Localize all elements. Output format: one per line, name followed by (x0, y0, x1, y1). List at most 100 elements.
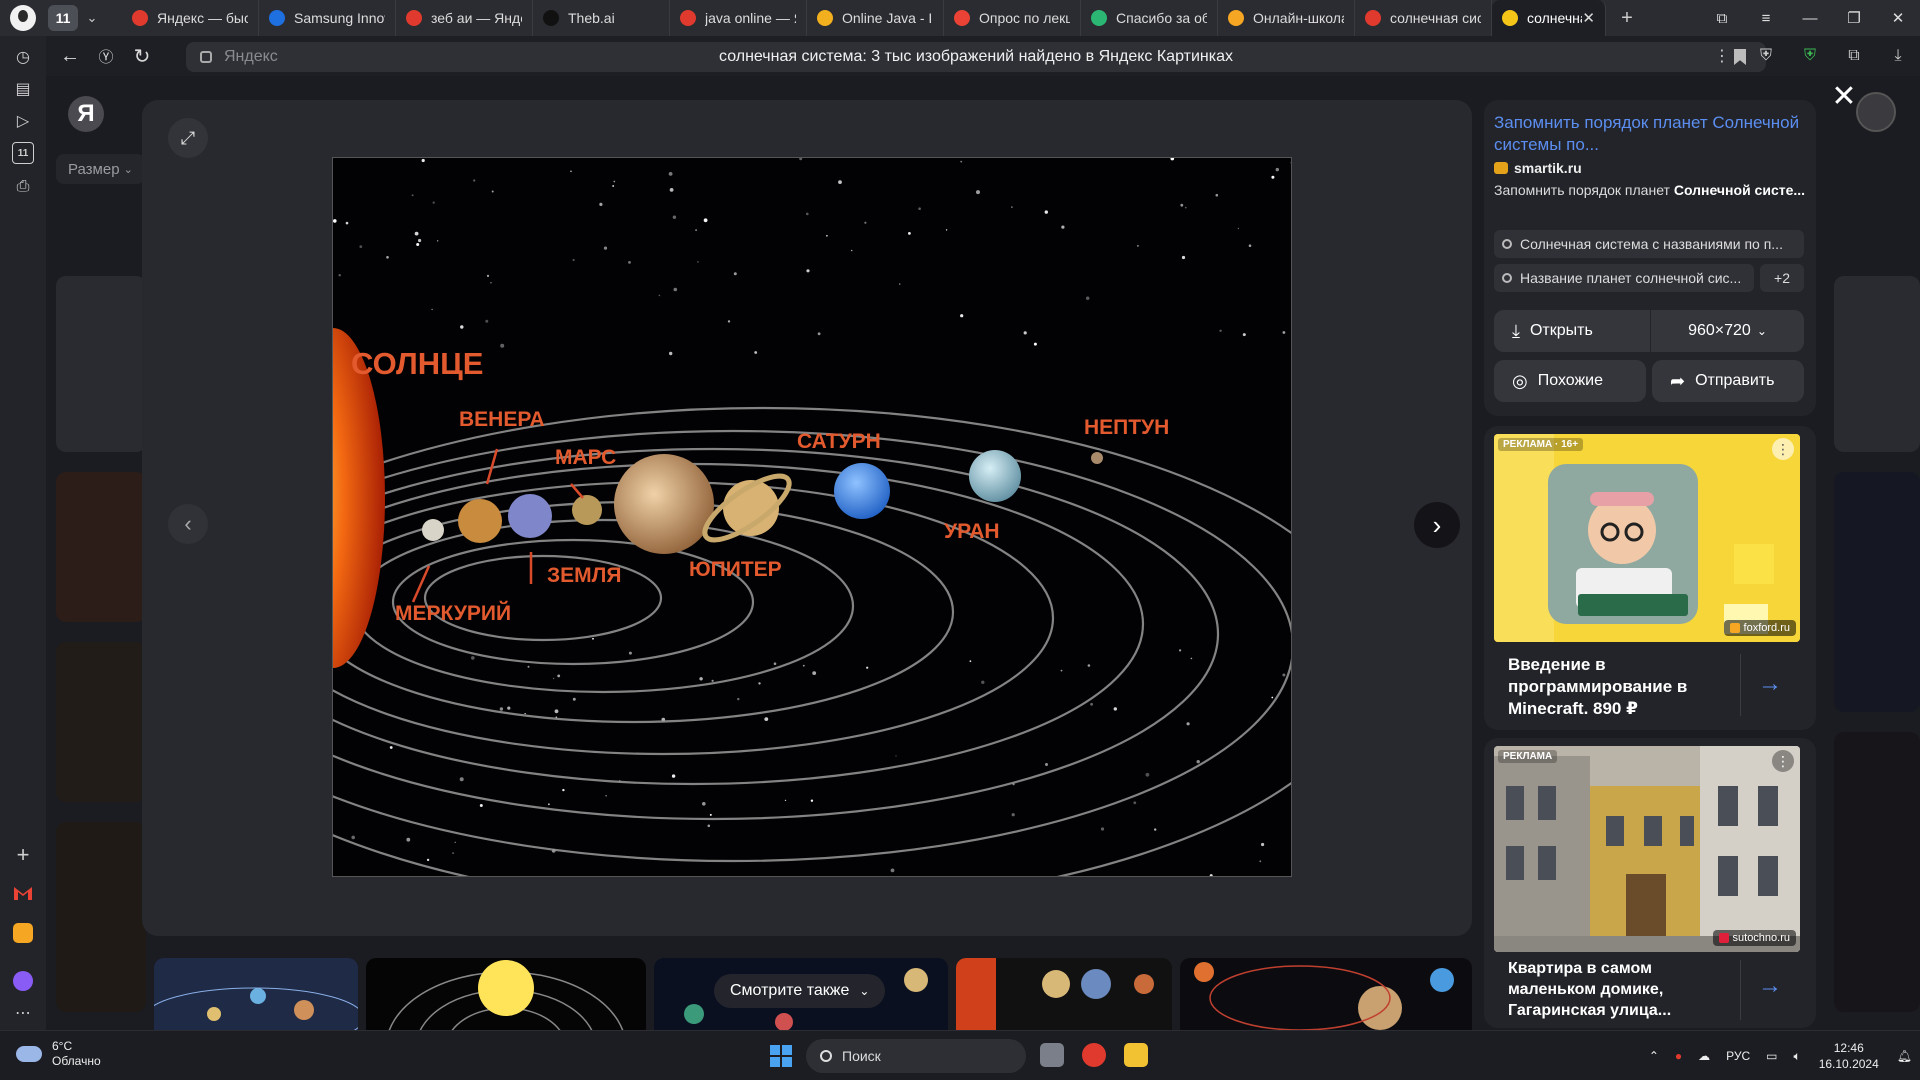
open-image-button[interactable]: ⤓ Открыть (1494, 310, 1650, 352)
history-icon[interactable]: ◷ (12, 46, 34, 68)
yandex-home-icon[interactable]: Ⓨ (88, 46, 124, 67)
related-query-label: Название планет солнечной сис... (1520, 270, 1742, 286)
previous-image-button[interactable]: ‹ (168, 504, 208, 544)
result-thumbnail[interactable] (56, 472, 146, 622)
onedrive-icon[interactable]: ☁ (1698, 1049, 1710, 1063)
tabs-panel-icon[interactable]: 11 (12, 142, 34, 164)
browser-tab[interactable]: Samsung Innov (259, 0, 396, 36)
browser-tab[interactable]: Онлайн-школа (1218, 0, 1355, 36)
network-icon[interactable]: ▭ (1766, 1049, 1777, 1063)
result-thumbnail[interactable] (1834, 276, 1920, 452)
arrow-right-icon[interactable]: → (1758, 972, 1782, 1000)
start-icon[interactable] (770, 1045, 792, 1067)
resolution-dropdown[interactable]: 960×720 ⌄ (1651, 310, 1804, 352)
similar-thumbnail[interactable] (154, 958, 358, 1030)
mail-app-icon[interactable] (12, 922, 34, 944)
tab-manager-icon[interactable]: ⧉ (1700, 10, 1744, 27)
browser-tab[interactable]: Спасибо за об (1081, 0, 1218, 36)
next-image-button[interactable]: › (1414, 502, 1460, 548)
new-tab-button[interactable]: + (1612, 4, 1642, 32)
language-indicator[interactable]: РУС (1726, 1049, 1750, 1063)
address-field[interactable]: Яндекс солнечная система: 3 тыс изображе… (186, 42, 1766, 72)
ad-card[interactable]: РЕКЛАМА ⋮ sutochno.ru Квартира в самом м… (1484, 738, 1816, 1028)
yandex-browser-icon[interactable] (1082, 1043, 1106, 1067)
reload-icon[interactable]: ↻ (124, 44, 160, 69)
browser-tab[interactable]: солнечная с✕ (1492, 0, 1606, 36)
result-thumbnail[interactable] (56, 642, 146, 802)
collections-icon[interactable]: ▤ (12, 78, 34, 100)
related-query-2[interactable]: Название планет солнечной сис... (1494, 264, 1754, 292)
browser-tab[interactable]: Online Java - ID (807, 0, 944, 36)
restore-button[interactable]: ❐ (1832, 9, 1876, 27)
more-queries-button[interactable]: +2 (1760, 264, 1804, 292)
main-image[interactable]: СОЛНЦЕ ВЕНЕРА МАРС САТУРН НЕПТУН УРАН ЮП… (332, 157, 1292, 877)
clock[interactable]: 12:46 16.10.2024 (1819, 1040, 1879, 1072)
onlinegdb-icon (817, 10, 833, 26)
share-button[interactable]: ➦ Отправить (1652, 360, 1804, 402)
screenshot-icon[interactable]: ⎙ (12, 176, 34, 198)
user-avatar[interactable] (1856, 92, 1896, 132)
close-tab-icon[interactable]: ✕ (1582, 9, 1595, 27)
arrow-right-icon[interactable]: → (1758, 670, 1782, 698)
close-viewer-button[interactable]: ✕ (1828, 80, 1860, 113)
similar-button[interactable]: ◎ Похожие (1494, 360, 1646, 402)
ad-source[interactable]: sutochno.ru (1712, 930, 1796, 946)
ad-source[interactable]: foxford.ru (1723, 620, 1796, 636)
video-icon[interactable]: ▷ (12, 110, 34, 132)
close-window-button[interactable]: ✕ (1876, 9, 1920, 27)
task-view-icon[interactable] (1040, 1043, 1064, 1067)
taskbar-search[interactable]: Поиск (806, 1039, 1026, 1073)
fullscreen-icon[interactable]: ⤢ (168, 118, 208, 158)
star (1190, 657, 1193, 660)
ad-menu-icon[interactable]: ⋮ (1772, 438, 1794, 460)
weather-widget[interactable]: 6°C Облачно (16, 1039, 101, 1069)
browser-tab[interactable]: Опрос по лекц (944, 0, 1081, 36)
menu-icon[interactable]: ≡ (1744, 10, 1788, 27)
ad-menu-icon[interactable]: ⋮ (1772, 750, 1794, 772)
browser-sidebar: ◷ ▤ ▷ 11 ⎙ + ⋯ (0, 36, 46, 1030)
alice-icon[interactable] (12, 970, 34, 992)
file-explorer-icon[interactable] (1124, 1043, 1148, 1067)
tab-count-button[interactable]: 11 (48, 5, 78, 31)
more-actions-icon[interactable]: ⋮ (1700, 46, 1744, 66)
more-icon[interactable]: ⋯ (12, 1002, 34, 1024)
extensions-icon[interactable]: ⧉ (1832, 47, 1876, 65)
browser-tab[interactable]: Theb.ai (533, 0, 670, 36)
gmail-icon[interactable] (12, 882, 34, 904)
similar-thumbnail[interactable] (1180, 958, 1472, 1030)
ad-text[interactable]: Квартира в самом маленьком домике, Гагар… (1508, 958, 1738, 1021)
source-title-link[interactable]: Запомнить порядок планет Солнечной систе… (1494, 112, 1804, 156)
volume-icon[interactable]: 🔈︎ (1794, 1049, 1801, 1064)
label-uranus: УРАН (944, 520, 1000, 543)
minimize-button[interactable]: — (1788, 10, 1832, 27)
browser-tab[interactable]: Яндекс — быст (122, 0, 259, 36)
profile-button[interactable] (0, 0, 46, 36)
source-site[interactable]: smartik.ru (1494, 160, 1582, 176)
result-thumbnail[interactable] (1834, 472, 1920, 712)
ad-card[interactable]: РЕКЛАМА · 16+ ⋮ foxford.ru Введение в пр… (1484, 426, 1816, 730)
downloads-icon[interactable]: ⤓ (1876, 47, 1920, 65)
yandex-logo[interactable]: Я (68, 96, 104, 132)
notifications-icon[interactable]: 🔔︎ (1897, 1049, 1912, 1063)
protect-shield-icon[interactable]: ⛨ (1744, 47, 1788, 65)
star (960, 314, 964, 318)
ad-text[interactable]: Введение в программирование в Minecraft.… (1508, 654, 1738, 720)
tab-label: Онлайн-школа (1253, 10, 1344, 26)
add-panel-icon[interactable]: + (12, 842, 34, 867)
similar-thumbnail[interactable] (366, 958, 646, 1030)
back-icon[interactable]: ← (52, 45, 88, 68)
see-also-button[interactable]: Смотрите также ⌄ (714, 974, 886, 1008)
browser-tab[interactable]: солнечная сис (1355, 0, 1492, 36)
result-thumbnail[interactable] (56, 276, 146, 452)
yandex-tray-icon[interactable]: ● (1675, 1049, 1682, 1063)
result-thumbnail[interactable] (1834, 732, 1920, 1012)
adblock-shield-icon[interactable]: ⛨ (1788, 47, 1832, 65)
size-filter[interactable]: Размер ⌄ (56, 154, 145, 184)
chevron-down-icon[interactable]: ⌄ (78, 5, 106, 31)
chevron-up-icon[interactable]: ⌃ (1649, 1049, 1659, 1063)
result-thumbnail[interactable] (56, 822, 146, 1012)
similar-thumbnail[interactable] (956, 958, 1172, 1030)
browser-tab[interactable]: зеб аи — Янде (396, 0, 533, 36)
browser-tab[interactable]: java online — Я (670, 0, 807, 36)
related-query-1[interactable]: Солнечная система с названиями по п... (1494, 230, 1804, 258)
